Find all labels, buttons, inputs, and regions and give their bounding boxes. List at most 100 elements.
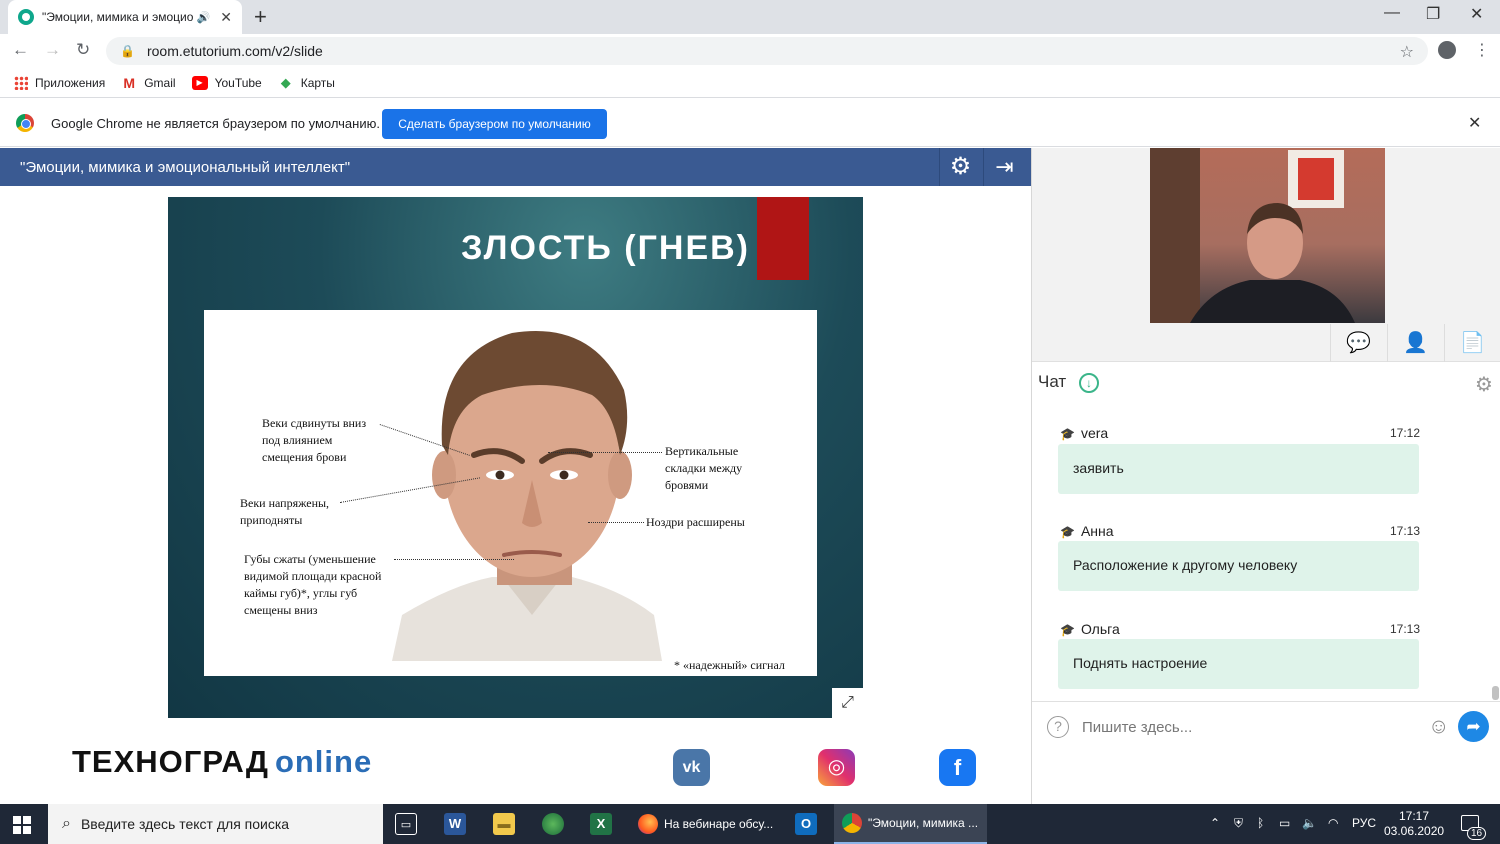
- word-icon[interactable]: W: [444, 813, 466, 835]
- annotation-lips: Губы сжаты (уменьшение видимой площади к…: [244, 552, 382, 617]
- emoji-icon[interactable]: ☺: [1428, 715, 1449, 739]
- annotation-eyelids-tense: Веки напряжены, приподняты: [240, 496, 330, 527]
- wifi-icon[interactable]: ◠: [1328, 816, 1338, 830]
- battery-icon[interactable]: ▭: [1279, 816, 1290, 830]
- tray-chevron-icon[interactable]: ⌃: [1210, 816, 1220, 830]
- presenter-webcam-video: [1150, 148, 1385, 323]
- outlook-icon[interactable]: O: [795, 813, 817, 835]
- message-author: Ольга: [1080, 621, 1120, 637]
- chat-message-header: 🎓 Ольга 17:13: [1060, 621, 1420, 637]
- send-message-button[interactable]: ➦: [1458, 711, 1489, 742]
- bookmarks-bar: Приложения M Gmail ▶ YouTube ◆ Карты: [0, 68, 1500, 98]
- exit-room-icon[interactable]: ⇥: [983, 148, 1025, 186]
- windows-taskbar: ⌕ ▭ W ▬ X На вебинаре обсу... O "Эмоции,…: [0, 804, 1500, 844]
- help-question-icon[interactable]: ?: [1047, 716, 1069, 738]
- chat-tab-icon[interactable]: 💬: [1330, 324, 1386, 362]
- task-label: На вебинаре обсу...: [664, 817, 774, 831]
- leader-line: [548, 452, 662, 453]
- chat-header: Чат ↓: [1038, 372, 1099, 393]
- graduation-cap-icon: 🎓: [1060, 427, 1075, 441]
- chrome-menu-icon[interactable]: ⋮: [1474, 40, 1490, 60]
- logo-suffix-text: online: [274, 744, 373, 779]
- speaker-icon[interactable]: 🔊: [197, 11, 211, 24]
- profile-avatar-icon[interactable]: [1438, 41, 1456, 59]
- taskbar-task-chrome[interactable]: "Эмоции, мимика ...: [834, 804, 987, 844]
- chat-scrollbar[interactable]: [1492, 686, 1499, 700]
- new-tab-button[interactable]: +: [254, 4, 267, 30]
- bookmark-youtube[interactable]: ▶ YouTube: [191, 75, 262, 90]
- set-default-browser-button[interactable]: Сделать браузером по умолчанию: [382, 109, 607, 139]
- close-tab-icon[interactable]: ✕: [220, 9, 232, 26]
- chat-message-header: 🎓 vera 17:12: [1060, 425, 1420, 441]
- presentation-slide: ЗЛОСТЬ (ГНЕВ) Веки сдвинуты вниз под вли…: [168, 197, 863, 718]
- bookmark-label: YouTube: [214, 75, 262, 90]
- settings-gear-icon[interactable]: ⚙: [939, 148, 981, 186]
- volume-icon[interactable]: 🔈: [1302, 816, 1317, 830]
- task-label: "Эмоции, мимика ...: [868, 816, 979, 830]
- notifications-count-badge: 16: [1467, 827, 1487, 840]
- facebook-icon[interactable]: f: [939, 749, 976, 786]
- default-browser-infobar: Google Chrome не является браузером по у…: [0, 99, 1500, 147]
- apps-grid-icon: [14, 75, 28, 90]
- angry-face-photo: [392, 330, 662, 661]
- instagram-icon[interactable]: ◎: [818, 749, 855, 786]
- close-window-icon[interactable]: ✕: [1470, 4, 1483, 24]
- taskbar-search[interactable]: ⌕: [48, 804, 383, 844]
- maximize-icon[interactable]: ❐: [1426, 4, 1440, 24]
- language-indicator[interactable]: РУС: [1352, 816, 1376, 830]
- chrome-icon: [842, 813, 862, 833]
- back-icon[interactable]: ←: [12, 40, 29, 60]
- browser-tab[interactable]: "Эмоции, мимика и эмоцио 🔊 ✕: [8, 0, 242, 34]
- annotation-vertical-folds: Вертикальные складки между бровями: [665, 444, 743, 492]
- search-icon: ⌕: [62, 815, 71, 832]
- file-explorer-icon[interactable]: ▬: [493, 813, 515, 835]
- task-view-icon[interactable]: ▭: [395, 813, 417, 835]
- lock-icon[interactable]: 🔒: [120, 44, 135, 58]
- windows-start-icon[interactable]: [13, 816, 31, 834]
- message-time: 17:13: [1389, 524, 1420, 538]
- bookmark-apps[interactable]: Приложения: [14, 75, 105, 90]
- close-infobar-icon[interactable]: ✕: [1468, 113, 1481, 133]
- slide-red-accent: [757, 197, 809, 280]
- sidebar-tabs: 💬 👤 📄: [1032, 324, 1500, 362]
- message-author: vera: [1080, 425, 1109, 441]
- chat-message-bubble: заявить: [1058, 444, 1419, 494]
- bookmark-star-icon[interactable]: ☆: [1400, 42, 1414, 62]
- forward-icon[interactable]: →: [44, 40, 61, 60]
- participants-tab-icon[interactable]: 👤: [1387, 324, 1443, 362]
- graduation-cap-icon: 🎓: [1060, 525, 1075, 539]
- taskbar-clock[interactable]: 17:17 03.06.2020: [1384, 809, 1444, 839]
- infobar-message: Google Chrome не является браузером по у…: [51, 116, 380, 131]
- fullscreen-expand-icon[interactable]: ⤢: [832, 688, 863, 718]
- browser-toolbar: ← → ↻ 🔒 room.etutorium.com/v2/slide ☆: [0, 34, 1500, 68]
- download-chat-icon[interactable]: ↓: [1078, 372, 1099, 393]
- webinar-header: "Эмоции, мимика и эмоциональный интеллек…: [0, 148, 1031, 186]
- security-shield-icon[interactable]: ⛨: [1234, 816, 1243, 831]
- reload-icon[interactable]: ↻: [76, 40, 90, 60]
- clock-time: 17:17: [1398, 809, 1430, 823]
- chat-message-header: 🎓 Анна 17:13: [1060, 523, 1420, 539]
- bookmark-gmail[interactable]: M Gmail: [121, 76, 175, 90]
- presenter-figure: [1150, 148, 1355, 323]
- leader-line: [394, 559, 514, 560]
- chat-settings-gear-icon[interactable]: ⚙: [1475, 372, 1493, 397]
- vk-icon[interactable]: vk: [673, 749, 710, 786]
- taskbar-search-input[interactable]: [80, 816, 361, 832]
- site-favicon-icon: [18, 9, 34, 25]
- youtube-icon: ▶: [191, 75, 208, 90]
- tab-title: "Эмоции, мимика и эмоцио: [42, 10, 193, 24]
- bluetooth-icon[interactable]: ᛒ: [1257, 816, 1264, 830]
- files-tab-icon[interactable]: 📄: [1444, 324, 1500, 362]
- message-time: 17:12: [1389, 426, 1420, 440]
- chat-message-bubble: Расположение к другому человеку: [1058, 541, 1419, 591]
- graduation-cap-icon: 🎓: [1060, 623, 1075, 637]
- bookmark-maps[interactable]: ◆ Карты: [278, 75, 335, 90]
- minimize-icon[interactable]: —: [1384, 4, 1400, 22]
- taskbar-task-firefox[interactable]: На вебинаре обсу...: [630, 804, 788, 844]
- browser-globe-icon[interactable]: [542, 813, 564, 835]
- address-bar[interactable]: 🔒 room.etutorium.com/v2/slide ☆: [106, 37, 1428, 65]
- excel-icon[interactable]: X: [590, 813, 612, 835]
- chat-title: Чат: [1038, 372, 1067, 391]
- annotation-eyelids-down: Веки сдвинуты вниз под влиянием смещения…: [262, 416, 367, 464]
- chat-message-input[interactable]: [1082, 714, 1412, 740]
